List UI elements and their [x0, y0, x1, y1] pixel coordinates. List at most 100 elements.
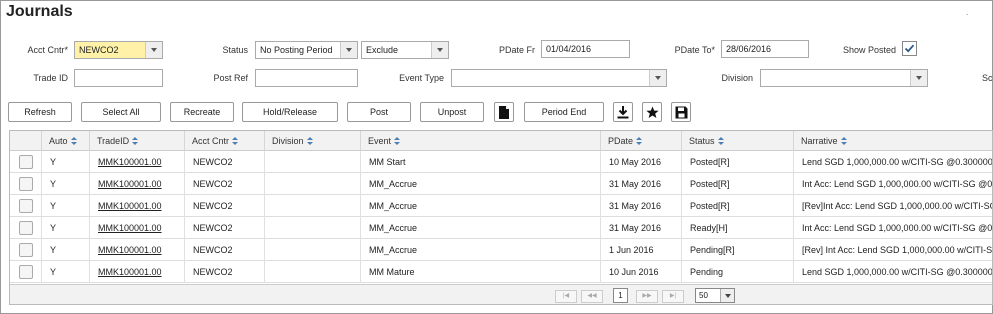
cell-auto: Y	[42, 173, 90, 195]
pdate-from-input[interactable]: 01/04/2016	[541, 40, 630, 58]
unpost-button[interactable]: Unpost	[420, 102, 484, 122]
save-button[interactable]	[671, 102, 691, 122]
cell-tradeid-link[interactable]: MMK100001.00	[90, 261, 185, 283]
cell-narrative: Lend SGD 1,000,000.00 w/CITI-SG @0.30000…	[802, 267, 993, 277]
column-header-status[interactable]: Status	[682, 131, 794, 151]
page-size-select[interactable]: 50	[695, 288, 735, 303]
cell-pdate: 1 Jun 2016	[601, 239, 682, 261]
cell-tradeid-link[interactable]: MMK100001.00	[90, 239, 185, 261]
chevron-down-icon[interactable]	[145, 42, 162, 58]
cell-pdate: 31 May 2016	[601, 195, 682, 217]
column-header-event[interactable]: Event	[361, 131, 601, 151]
sort-icon	[636, 137, 643, 145]
chevron-down-icon[interactable]	[431, 42, 448, 58]
row-select-cell	[10, 195, 42, 217]
current-page[interactable]: 1	[613, 288, 628, 303]
column-header-narrative[interactable]: Narrative	[794, 131, 992, 151]
next-page-button[interactable]: ▶▶	[636, 290, 658, 303]
column-header-label: Status	[689, 136, 715, 146]
cell-pdate: 10 May 2016	[601, 151, 682, 173]
hold-release-button[interactable]: Hold/Release	[242, 102, 338, 122]
table-row[interactable]: Y MMK100001.00 NEWCO2 MM Start 10 May 20…	[10, 151, 992, 173]
cell-narrative: Int Acc: Lend SGD 1,000,000.00 w/CITI-SG…	[802, 223, 993, 233]
cell-event: MM Start	[361, 151, 601, 173]
cell-acct-cntr: NEWCO2	[185, 195, 265, 217]
trade-id-label: Trade ID	[33, 73, 68, 83]
cell-event: MM_Accrue	[361, 239, 601, 261]
status-mode-value: Exclude	[366, 45, 399, 55]
table-row[interactable]: Y MMK100001.00 NEWCO2 MM_Accrue 31 May 2…	[10, 195, 992, 217]
row-checkbox[interactable]	[19, 155, 33, 169]
event-type-select[interactable]	[451, 69, 667, 87]
trade-id-input[interactable]	[74, 69, 163, 87]
chevron-down-icon[interactable]	[649, 70, 666, 86]
select-all-button[interactable]: Select All	[81, 102, 161, 122]
table-row[interactable]: Y MMK100001.00 NEWCO2 MM_Accrue 1 Jun 20…	[10, 239, 992, 261]
column-header-pdate[interactable]: PDate	[601, 131, 682, 151]
chevron-down-icon[interactable]	[910, 70, 927, 86]
column-header-label: TradeID	[97, 136, 130, 146]
cell-pdate: 31 May 2016	[601, 217, 682, 239]
division-select[interactable]	[760, 69, 928, 87]
event-type-label: Event Type	[399, 73, 444, 83]
column-header-acct-cntr[interactable]: Acct Cntr	[185, 131, 265, 151]
cell-pdate: 10 Jun 2016	[601, 261, 682, 283]
table-row[interactable]: Y MMK100001.00 NEWCO2 MM_Accrue 31 May 2…	[10, 173, 992, 195]
cell-division	[265, 261, 361, 283]
cell-status: Posted[R]	[682, 195, 794, 217]
table-row[interactable]: Y MMK100001.00 NEWCO2 MM Mature 10 Jun 2…	[10, 261, 993, 283]
prev-page-button[interactable]: ◀◀	[581, 290, 603, 303]
cell-tradeid-link[interactable]: MMK100001.00	[90, 173, 185, 195]
cell-pdate: 31 May 2016	[601, 173, 682, 195]
cell-acct-cntr: NEWCO2	[185, 151, 265, 173]
cell-event: MM_Accrue	[361, 173, 601, 195]
post-ref-label: Post Ref	[213, 73, 248, 83]
select-column-header	[10, 131, 42, 151]
document-button[interactable]	[494, 102, 514, 122]
show-posted-checkbox[interactable]	[902, 41, 917, 56]
cell-auto: Y	[42, 151, 90, 173]
column-header-label: Narrative	[801, 136, 838, 146]
sort-icon	[306, 137, 313, 145]
acct-cntr-select[interactable]: NEWCO2	[74, 41, 163, 59]
download-button[interactable]	[613, 102, 633, 122]
division-label: Division	[721, 73, 753, 83]
cell-auto: Y	[42, 261, 90, 283]
column-header-label: Auto	[49, 136, 68, 146]
chevron-down-icon[interactable]	[720, 289, 734, 302]
first-page-button[interactable]: |◀	[555, 290, 577, 303]
status-mode-select[interactable]: Exclude	[361, 41, 449, 59]
cell-division	[265, 173, 361, 195]
column-header-label: Event	[368, 136, 392, 146]
save-icon	[675, 106, 688, 119]
cut-off-label: Sc	[982, 73, 993, 83]
cell-tradeid-link[interactable]: MMK100001.00	[90, 151, 185, 173]
recreate-button[interactable]: Recreate	[170, 102, 234, 122]
period-end-button[interactable]: Period End	[524, 102, 604, 122]
status-select[interactable]: No Posting Period	[255, 41, 358, 59]
row-checkbox[interactable]	[19, 221, 33, 235]
row-checkbox[interactable]	[19, 265, 33, 279]
cell-tradeid-link[interactable]: MMK100001.00	[90, 195, 185, 217]
cell-event: MM_Accrue	[361, 217, 601, 239]
favorite-button[interactable]	[642, 102, 662, 122]
table-row[interactable]: Y MMK100001.00 NEWCO2 MM_Accrue 31 May 2…	[10, 217, 993, 239]
page-size-value: 50	[699, 291, 708, 300]
column-header-tradeid[interactable]: TradeID	[90, 131, 185, 151]
cell-tradeid-link[interactable]: MMK100001.00	[90, 217, 185, 239]
last-page-button[interactable]: ▶|	[662, 290, 684, 303]
post-ref-input[interactable]	[255, 69, 358, 87]
checkmark-icon	[904, 44, 915, 53]
post-button[interactable]: Post	[347, 102, 411, 122]
row-checkbox[interactable]	[19, 199, 33, 213]
cell-auto: Y	[42, 239, 90, 261]
row-checkbox[interactable]	[19, 243, 33, 257]
refresh-button[interactable]: Refresh	[8, 102, 72, 122]
column-header-division[interactable]: Division	[265, 131, 361, 151]
sort-icon	[840, 137, 847, 145]
cell-division	[265, 239, 361, 261]
pdate-to-input[interactable]: 28/06/2016	[721, 40, 809, 58]
column-header-auto[interactable]: Auto	[42, 131, 90, 151]
row-checkbox[interactable]	[19, 177, 33, 191]
chevron-down-icon[interactable]	[340, 42, 357, 58]
